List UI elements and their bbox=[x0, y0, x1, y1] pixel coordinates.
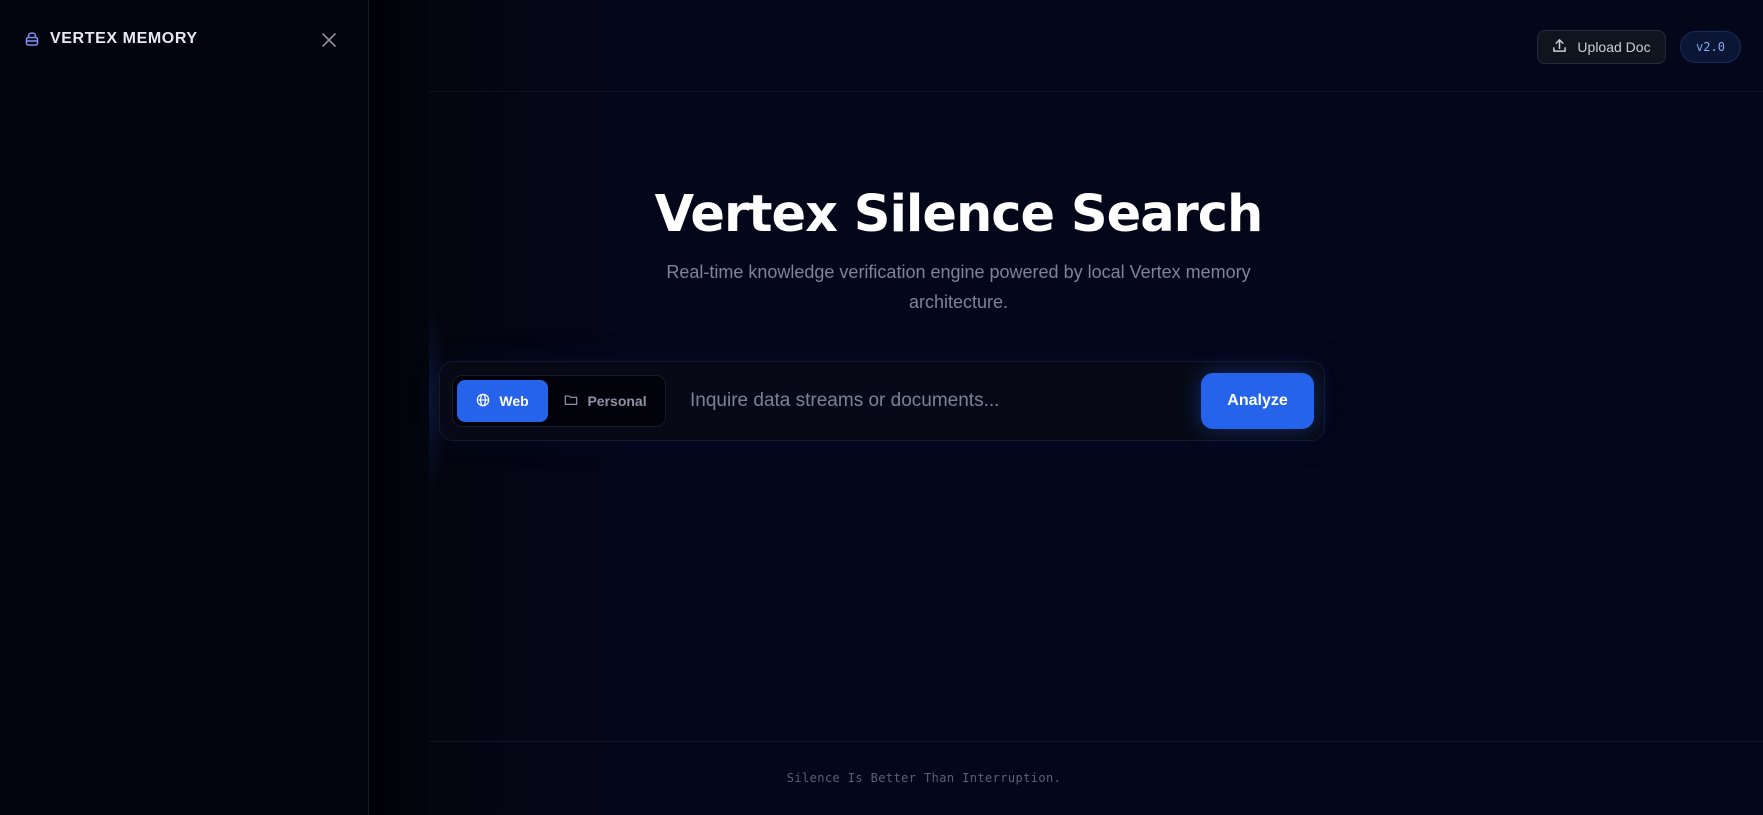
footer-tagline: Silence Is Better Than Interruption. bbox=[786, 771, 1062, 785]
hero-block: Vertex Silence Search Real-time knowledg… bbox=[566, 185, 1351, 317]
top-bar: Upload Doc v2.0 bbox=[429, 0, 1763, 92]
version-badge: v2.0 bbox=[1680, 31, 1741, 63]
globe-icon bbox=[476, 393, 490, 410]
mode-web-button[interactable]: Web bbox=[457, 380, 549, 422]
mode-web-label: Web bbox=[499, 393, 529, 409]
analyze-button[interactable]: Analyze bbox=[1201, 373, 1314, 429]
sidebar-header: VERTEX MEMORY bbox=[0, 0, 368, 80]
sidebar: VERTEX MEMORY bbox=[0, 0, 369, 815]
brand: VERTEX MEMORY bbox=[24, 30, 198, 48]
close-icon[interactable] bbox=[318, 29, 340, 51]
app-root: VERTEX MEMORY Upload Doc v2.0 Vertex Sil… bbox=[0, 0, 1763, 815]
search-mode-toggle: Web Personal bbox=[452, 375, 666, 427]
page-subtitle: Real-time knowledge verification engine … bbox=[666, 262, 1251, 312]
database-icon bbox=[24, 31, 40, 47]
upload-doc-button[interactable]: Upload Doc bbox=[1537, 30, 1666, 64]
sidebar-title: VERTEX MEMORY bbox=[50, 30, 198, 47]
search-bar: Web Personal Analyze bbox=[439, 361, 1325, 441]
upload-icon bbox=[1552, 38, 1567, 56]
folder-icon bbox=[564, 393, 578, 410]
mode-personal-button[interactable]: Personal bbox=[550, 380, 661, 422]
main-content: Upload Doc v2.0 Vertex Silence Search Re… bbox=[369, 0, 1763, 815]
search-input[interactable] bbox=[666, 375, 1201, 427]
mode-personal-label: Personal bbox=[587, 393, 647, 409]
upload-doc-label: Upload Doc bbox=[1577, 39, 1651, 55]
footer: Silence Is Better Than Interruption. bbox=[429, 741, 1763, 815]
page-title: Vertex Silence Search bbox=[654, 185, 1264, 244]
